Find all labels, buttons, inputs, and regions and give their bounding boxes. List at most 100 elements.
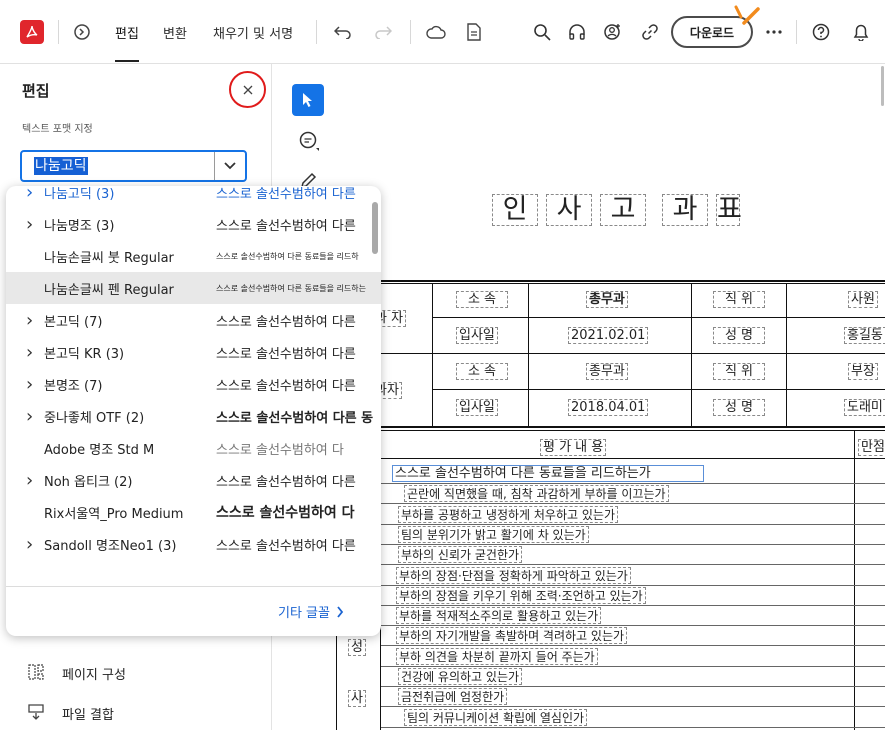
text-format-label: 텍스트 포맷 지정 [22, 124, 93, 135]
evaluation-item[interactable]: 팀의 분위기가 밝고 활기에 차 있는가 [398, 525, 589, 543]
field-label[interactable]: 입사일 [456, 327, 498, 344]
dropdown-scrollbar[interactable] [372, 202, 378, 254]
font-list-item[interactable]: › Noh 옵티크 (2) 스스로 솔선수범하여 다른 [6, 464, 381, 496]
field-value[interactable]: 사원 [848, 291, 878, 308]
font-list-item[interactable]: 나눔손글씨 펜 Regular 스스로 솔선수범하여 다른 동료들을 리드하는 [6, 272, 381, 304]
evaluation-item[interactable]: 부하의 신뢰가 굳건한가 [398, 546, 523, 564]
field-label[interactable]: 직 위 [713, 291, 765, 308]
title-char[interactable]: 과 [662, 194, 708, 226]
font-name: Adobe 명조 Std M [44, 442, 155, 458]
cloud-icon[interactable] [425, 22, 447, 42]
redo-icon[interactable] [373, 22, 393, 42]
read-aloud-icon[interactable] [567, 22, 587, 42]
side-label[interactable]: 사 [348, 690, 366, 707]
title-char[interactable]: 고 [600, 194, 646, 226]
field-value[interactable]: 2018.04.01 [568, 399, 649, 416]
more-icon[interactable] [764, 22, 784, 42]
evaluation-item[interactable]: 부하 의견을 차분히 끝까지 들어 주는가 [396, 647, 598, 665]
font-name: Sandoll 명조Neo1 (3) [44, 538, 177, 554]
evaluation-item[interactable]: 부하를 적재적소주의로 활용하고 있는가 [396, 607, 602, 625]
page-organize-icon[interactable] [26, 662, 46, 682]
table-row-line [380, 686, 885, 687]
acrobat-logo[interactable] [20, 20, 44, 44]
field-label[interactable]: 성 명 [713, 399, 765, 416]
score-header[interactable]: 만점 [858, 439, 885, 456]
evaluation-item[interactable]: 곤란에 직면했을 때, 침착 과감하게 부하를 이끄는가 [404, 485, 669, 503]
eval-header[interactable]: 평 가 내 용 [540, 439, 607, 456]
field-label[interactable]: 소 속 [456, 291, 508, 308]
tab-edit[interactable]: 편집 [115, 23, 139, 62]
chevron-right-icon[interactable]: › [26, 310, 33, 331]
notifications-icon[interactable] [851, 22, 871, 42]
link-icon[interactable] [640, 22, 660, 42]
font-family-select[interactable]: 나눔고딕 [20, 150, 247, 182]
font-list-item[interactable]: › 중나좋체 OTF (2) 스스로 솔선수범하여 다른 동 [6, 400, 381, 432]
font-list-item[interactable]: Adobe 명조 Std M 스스로 솔선수범하여 다 [6, 432, 381, 464]
font-list-item[interactable]: › 나눔명조 (3) 스스로 솔선수범하여 다른 [6, 208, 381, 240]
tab-convert[interactable]: 변환 [163, 23, 187, 42]
field-label[interactable]: 직 위 [713, 363, 765, 380]
table-row-line [380, 625, 885, 627]
ai-assistant-icon[interactable] [602, 22, 624, 42]
font-list-item[interactable]: › 나눔고딕 (3) 스스로 솔선수범하여 다른 [6, 186, 381, 208]
field-label[interactable]: 입사일 [456, 399, 498, 416]
annotation-mark-icon [730, 2, 764, 28]
field-value[interactable]: 도래미 [844, 399, 885, 416]
chevron-right-icon[interactable]: › [26, 342, 33, 363]
table-line [336, 426, 885, 428]
tab-fill-sign[interactable]: 채우기 및 서명 [213, 23, 293, 42]
evaluation-item[interactable]: 금전취급에 엄정한가 [398, 688, 508, 706]
table-row-line [380, 584, 885, 586]
font-list-item[interactable]: › 본고딕 KR (3) 스스로 솔선수범하여 다른 [6, 336, 381, 368]
field-value[interactable]: 총무과 [586, 363, 628, 380]
evaluation-item[interactable]: 부하의 자기개발을 촉발하며 격려하고 있는가 [396, 627, 628, 645]
undo-icon[interactable] [333, 22, 353, 42]
evaluation-item[interactable]: 스스로 솔선수범하여 다른 동료들을 리드하는가 [392, 465, 704, 482]
evaluation-item[interactable]: 팀의 커뮤니케이션 확립에 열심인가 [404, 708, 588, 726]
evaluation-item[interactable]: 부하를 공평하고 냉정하게 처우하고 있는가 [398, 505, 618, 523]
chevron-right-icon[interactable]: › [26, 534, 33, 555]
font-list-item[interactable]: 나눔손글씨 붓 Regular 스스로 솔선수범하여 다른 동료들을 리드하 [6, 240, 381, 272]
other-fonts-link[interactable]: 기타 글꼴 [278, 602, 344, 621]
field-value[interactable]: 2021.02.01 [568, 327, 649, 344]
title-char[interactable]: 사 [546, 194, 592, 226]
chevron-right-icon[interactable]: › [26, 214, 33, 235]
help-icon[interactable] [811, 22, 831, 42]
font-list-item[interactable]: › 본고딕 (7) 스스로 솔선수범하여 다른 [6, 304, 381, 336]
comment-tool-button[interactable] [296, 128, 322, 154]
table-line [528, 283, 529, 427]
select-tool-button[interactable] [292, 84, 324, 116]
side-label[interactable]: 성 [348, 639, 366, 656]
chevron-right-icon[interactable]: › [26, 186, 33, 203]
chevron-right-icon[interactable]: › [26, 470, 33, 491]
font-list-item[interactable]: Rix서울역_Pro Medium 스스로 솔선수범하여 다 [6, 496, 381, 528]
font-name: 본고딕 (7) [44, 314, 103, 330]
font-preview: 스스로 솔선수범하여 다른 동료들을 리드하는 [216, 283, 367, 293]
field-label[interactable]: 성 명 [713, 327, 765, 344]
field-label[interactable]: 소 속 [456, 363, 508, 380]
combine-files-item[interactable]: 파일 결합 [62, 704, 114, 723]
evaluation-item[interactable]: 부하의 장점·단점을 정확하게 파악하고 있는가 [396, 566, 631, 584]
font-list-item[interactable]: › Sandoll 명조Neo1 (3) 스스로 솔선수범하여 다른 [6, 528, 381, 560]
combine-files-icon[interactable] [26, 702, 46, 722]
other-fonts-label[interactable]: 기타 글꼴 [278, 602, 330, 621]
field-value[interactable]: 총무과 [586, 291, 628, 308]
title-char[interactable]: 인 [492, 194, 538, 226]
evaluation-item[interactable]: 부하의 장점을 키우기 위해 조력·조언하고 있는가 [396, 586, 646, 604]
title-char[interactable]: 표 [716, 194, 742, 226]
close-panel-button[interactable] [229, 71, 266, 108]
chevron-down-icon[interactable] [215, 152, 245, 180]
document-icon[interactable] [464, 22, 484, 42]
search-icon[interactable] [532, 22, 552, 42]
font-select-value[interactable]: 나눔고딕 [34, 157, 88, 175]
history-icon[interactable] [72, 22, 92, 42]
chevron-right-icon[interactable]: › [26, 406, 33, 427]
page-organize-item[interactable]: 페이지 구성 [62, 664, 126, 683]
font-list-item[interactable]: › 본명조 (7) 스스로 솔선수범하여 다른 [6, 368, 381, 400]
evaluation-item[interactable]: 건강에 유의하고 있는가 [398, 668, 523, 685]
scrollbar[interactable] [881, 66, 884, 106]
chevron-right-icon[interactable]: › [26, 374, 33, 395]
field-value[interactable]: 부장 [848, 363, 878, 380]
field-value[interactable]: 홍길동 [844, 327, 885, 344]
divider [796, 20, 797, 44]
